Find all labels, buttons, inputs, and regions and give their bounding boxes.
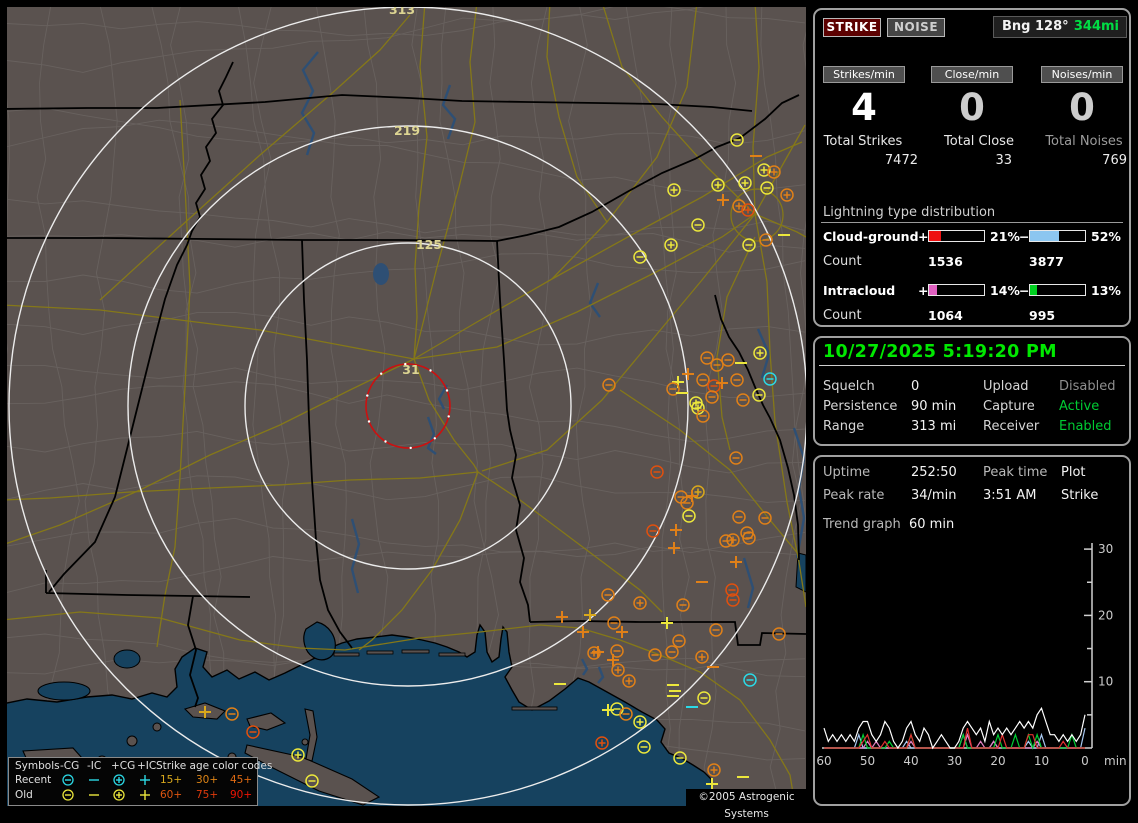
ic-count-label: Count — [823, 308, 862, 323]
datetime-display: 10/27/2025 5:19:20 PM — [823, 342, 1057, 362]
capture-label: Capture — [983, 399, 1035, 414]
noises-per-min-value: 0 — [1069, 86, 1095, 129]
ic-pos-pct: 14% — [990, 283, 1020, 298]
cg-pos-bar — [928, 230, 985, 242]
legend-col-pos-cg: +CG — [111, 760, 136, 772]
cg-minus-sign: − — [1019, 229, 1030, 244]
upload-label: Upload — [983, 379, 1029, 394]
range-label: Range — [823, 419, 865, 434]
strikes-per-min-chip[interactable]: Strikes/min — [823, 66, 905, 83]
total-strikes-value: 7472 — [884, 153, 918, 168]
legend-row-old: Old — [15, 789, 33, 801]
noise-button[interactable]: NOISE — [887, 18, 945, 37]
trend-panel: Uptime 252:50 Peak time Plot Peak rate 3… — [813, 455, 1131, 806]
svg-text:20: 20 — [1098, 608, 1113, 622]
cg-plus-sign: + — [918, 229, 929, 244]
svg-text:40: 40 — [903, 754, 918, 768]
total-close-value: 33 — [995, 153, 1012, 168]
close-per-min-value: 0 — [959, 86, 985, 129]
copyright-label: ©2005 Astrogenic Systems — [686, 789, 807, 820]
cloud-ground-label: Cloud-ground — [823, 229, 919, 244]
ic-neg-pct: 13% — [1091, 283, 1121, 298]
datetime-divider — [819, 365, 1125, 366]
ic-pos-bar — [928, 284, 985, 296]
squelch-label: Squelch — [823, 379, 875, 394]
svg-text:30: 30 — [1098, 542, 1113, 556]
close-per-min-chip[interactable]: Close/min — [931, 66, 1013, 83]
legend-age-title: Strike age color codes — [156, 760, 273, 772]
svg-text:31: 31 — [402, 362, 419, 377]
total-noises-label: Total Noises — [1045, 134, 1123, 149]
total-noises-value: 769 — [1102, 153, 1127, 168]
strike-plot-label: Strike — [1061, 488, 1099, 503]
cg-pos-count: 1536 — [928, 254, 963, 269]
svg-text:60: 60 — [816, 754, 831, 768]
peak-time-value: 3:51 AM — [983, 488, 1037, 503]
svg-text:min: min — [1104, 754, 1127, 768]
svg-text:313: 313 — [389, 7, 415, 17]
strike-button[interactable]: STRIKE — [823, 18, 881, 37]
map-legend: Symbols -CG -IC +CG +IC Strike age color… — [8, 757, 272, 806]
ic-minus-sign: − — [1019, 283, 1030, 298]
legend-row-recent: Recent — [15, 774, 52, 786]
ic-neg-bar — [1029, 284, 1086, 296]
legend-col-neg-ic: -IC — [87, 760, 102, 772]
cg-pos-pct: 21% — [990, 229, 1020, 244]
total-close-label: Total Close — [944, 134, 1014, 149]
trend-graph-value: 60 min — [909, 517, 955, 532]
svg-text:10: 10 — [1034, 754, 1049, 768]
svg-text:20: 20 — [990, 754, 1005, 768]
cg-neg-count: 3877 — [1029, 254, 1064, 269]
capture-value: Active — [1059, 399, 1100, 414]
bearing-readout: Bng 128° 344mi — [993, 16, 1127, 38]
legend-col-pos-ic: +IC — [137, 760, 157, 772]
persistence-label: Persistence — [823, 399, 898, 414]
bearing-label: Bng 128° — [1002, 19, 1069, 34]
ic-plus-sign: + — [918, 283, 929, 298]
cg-count-label: Count — [823, 254, 862, 269]
ic-pos-count: 1064 — [928, 308, 963, 323]
lightning-map[interactable]: 313 219 125 31 — [0, 0, 830, 823]
distribution-divider — [821, 222, 1123, 223]
cg-neg-pct: 52% — [1091, 229, 1121, 244]
upload-value: Disabled — [1059, 379, 1116, 394]
plot-label: Plot — [1061, 465, 1086, 480]
uptime-label: Uptime — [823, 465, 871, 480]
persistence-value: 90 min — [911, 399, 957, 414]
svg-text:219: 219 — [394, 123, 420, 138]
ic-neg-count: 995 — [1029, 308, 1056, 323]
bearing-range: 344mi — [1073, 19, 1119, 34]
svg-text:50: 50 — [860, 754, 875, 768]
svg-text:0: 0 — [1081, 754, 1089, 768]
receiver-value: Enabled — [1059, 419, 1112, 434]
stats-panel: STRIKE NOISE Bng 128° 344mi Strikes/min … — [813, 8, 1131, 327]
distribution-title: Lightning type distribution — [823, 205, 996, 220]
squelch-value: 0 — [911, 379, 920, 394]
cg-neg-bar — [1029, 230, 1086, 242]
trend-graph-label: Trend graph — [823, 517, 901, 532]
range-value: 313 mi — [911, 419, 957, 434]
legend-col-neg-cg: -CG — [60, 760, 80, 772]
intracloud-label: Intracloud — [823, 283, 896, 298]
peak-rate-value: 34/min — [911, 488, 957, 503]
noises-per-min-chip[interactable]: Noises/min — [1041, 66, 1123, 83]
svg-text:10: 10 — [1098, 675, 1113, 689]
total-strikes-label: Total Strikes — [823, 134, 903, 149]
legend-title: Symbols — [15, 760, 60, 772]
status-panel: 10/27/2025 5:19:20 PM Squelch 0 Upload D… — [813, 336, 1131, 446]
peak-time-label: Peak time — [983, 465, 1048, 480]
svg-text:125: 125 — [416, 237, 442, 252]
strikes-per-min-value: 4 — [851, 86, 877, 129]
receiver-label: Receiver — [983, 419, 1040, 434]
svg-text:30: 30 — [947, 754, 962, 768]
peak-rate-label: Peak rate — [823, 488, 885, 503]
uptime-value: 252:50 — [911, 465, 957, 480]
